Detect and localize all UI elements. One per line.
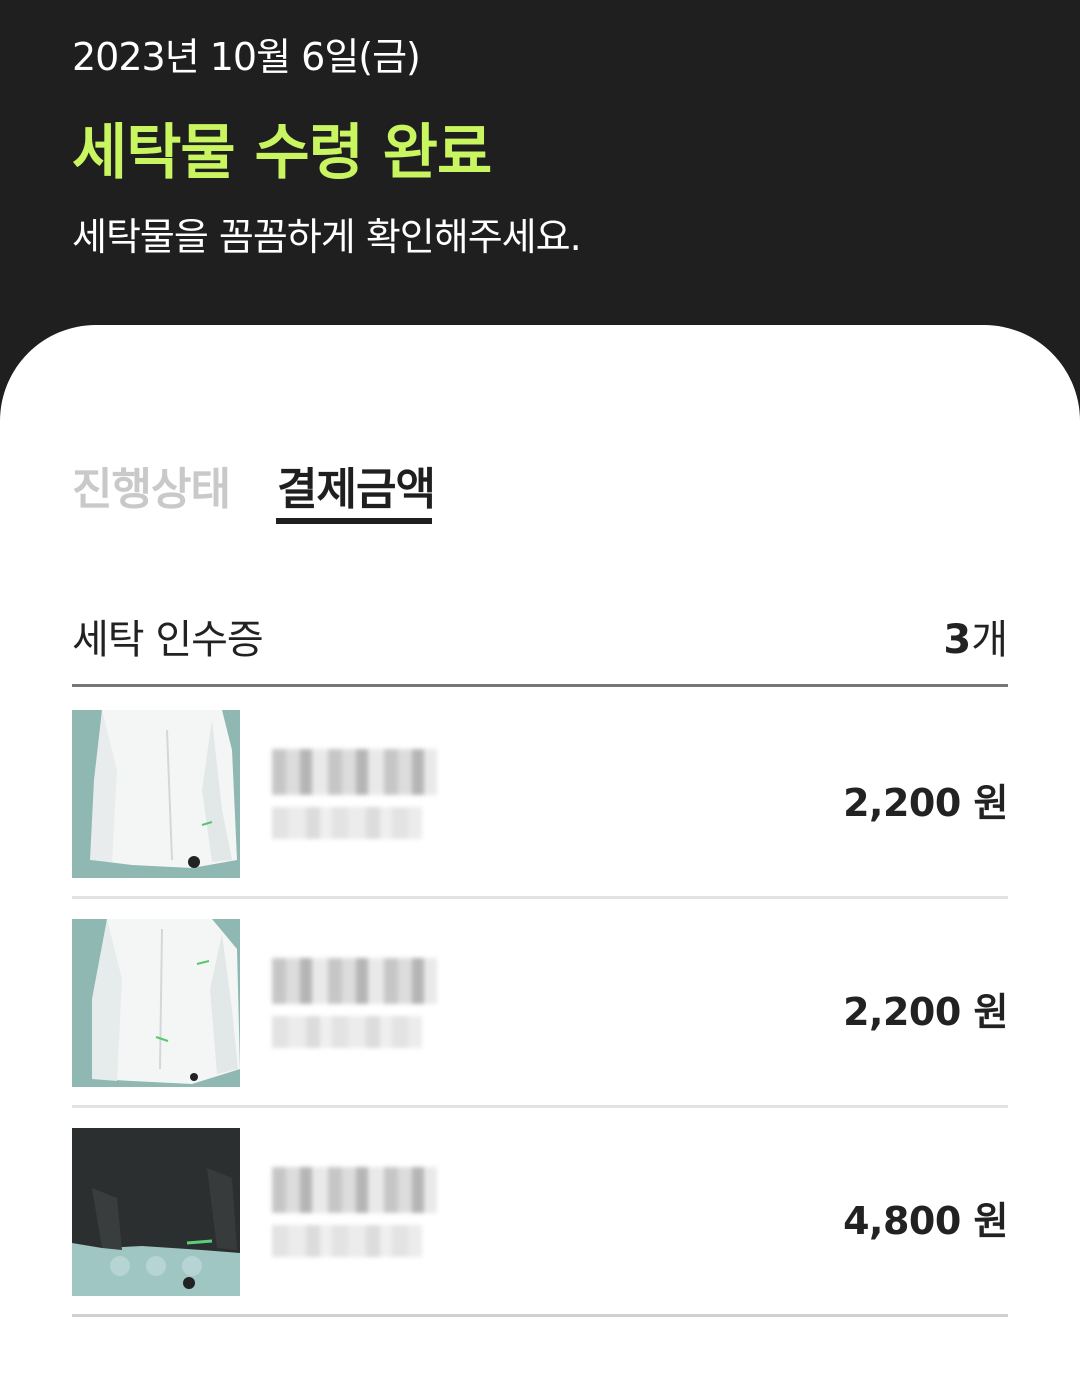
item-photo: [72, 1128, 240, 1296]
item-name-blurred: [272, 958, 437, 1004]
item-price: 2,200 원: [843, 990, 1008, 1034]
receipt-header: 세탁 인수증 3개: [72, 605, 1008, 687]
list-item[interactable]: 4,800 원: [72, 1108, 1008, 1317]
item-detail-blurred: [272, 1225, 422, 1257]
list-item[interactable]: 2,200 원: [72, 690, 1008, 899]
content-card: 진행상태 결제금액 세탁 인수증 3개 2,200 원 2,200 원 4,80…: [0, 325, 1080, 1399]
item-name-blurred: [272, 1167, 437, 1213]
tab-payment-amount[interactable]: 결제금액: [277, 453, 436, 517]
item-count-unit: 개: [971, 617, 1008, 663]
date-label: 2023년 10월 6일(금): [72, 35, 421, 79]
page-title: 세탁물 수령 완료: [72, 118, 492, 188]
item-count-number: 3: [943, 617, 972, 663]
item-photo: [72, 919, 240, 1087]
active-tab-indicator: [276, 518, 432, 524]
item-detail-blurred: [272, 807, 422, 839]
item-name-blurred: [272, 749, 437, 795]
item-photo: [72, 710, 240, 878]
receipt-title: 세탁 인수증: [72, 617, 264, 663]
item-detail-blurred: [272, 1016, 422, 1048]
tab-progress-status[interactable]: 진행상태: [72, 453, 231, 517]
item-price: 4,800 원: [843, 1199, 1008, 1243]
item-price: 2,200 원: [843, 781, 1008, 825]
page-subtitle: 세탁물을 꼼꼼하게 확인해주세요.: [72, 215, 582, 259]
list-item[interactable]: 2,200 원: [72, 899, 1008, 1108]
item-count: 3개: [943, 607, 1008, 665]
